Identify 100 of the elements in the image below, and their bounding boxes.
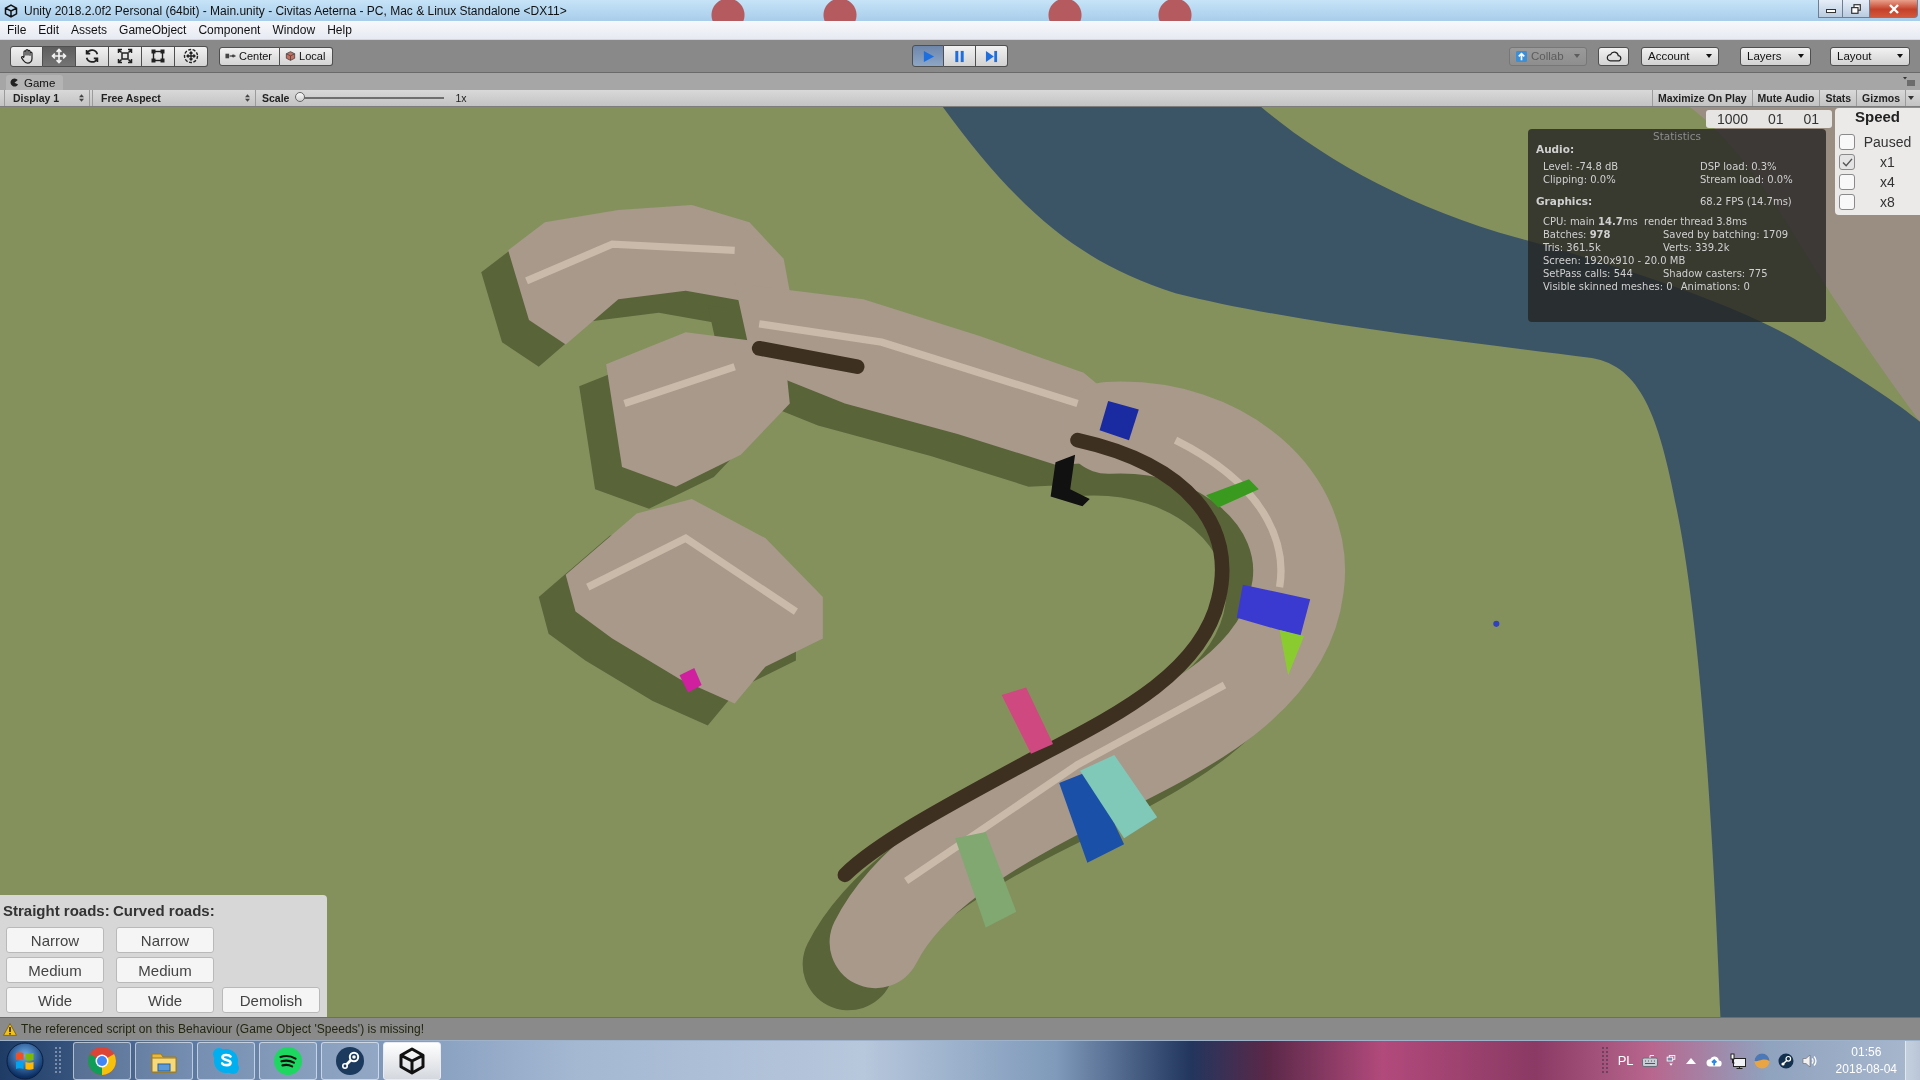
stats-value: Tris: 361.5k (1543, 241, 1602, 254)
cube-logo-icon (4, 3, 18, 18)
spotify-icon (273, 1045, 303, 1076)
restore-button[interactable] (1843, 0, 1870, 18)
tool-button[interactable] (109, 45, 142, 67)
skype-icon (211, 1045, 241, 1076)
menu-item[interactable]: Component (192, 21, 267, 39)
clock-time: 01:56 (1851, 1043, 1882, 1061)
speed-checkbox[interactable] (1839, 174, 1855, 190)
window-title: Unity 2018.2.0f2 Personal (64bit) - Main.unity - Civitas Aeterna - PC, Mac & Linux Standalone <DX11> (24, 3, 567, 18)
menu-item[interactable]: Window (266, 21, 322, 39)
stats-heading: Audio: (1536, 143, 1575, 156)
window-switch-icon[interactable] (1665, 1054, 1676, 1067)
minimize-button[interactable] (1818, 0, 1843, 18)
speed-checkbox[interactable] (1839, 194, 1855, 210)
dropdown-button[interactable]: Account (1641, 46, 1719, 66)
warning-icon (3, 1022, 17, 1036)
stats-value: Animations: 0 (1680, 280, 1750, 293)
taskbar-app-button[interactable] (383, 1041, 441, 1080)
tool-button[interactable] (142, 45, 175, 67)
scale-reading: 1x (455, 92, 467, 104)
road-button[interactable]: Medium (116, 957, 214, 983)
dropdown-button[interactable]: Layout (1830, 46, 1910, 66)
network-icon[interactable] (1729, 1052, 1746, 1069)
menu-item[interactable]: File (1, 21, 33, 39)
steam-icon[interactable] (1777, 1052, 1794, 1069)
stats-value: Screen: 1920x910 - 20.0 MB (1543, 254, 1686, 267)
date-month: 01 (1768, 111, 1784, 127)
road-button[interactable]: Wide (6, 987, 104, 1013)
stats-value: Clipping: 0.0% (1543, 173, 1617, 186)
updown-arrow-icon (245, 94, 250, 102)
scale-label: Scale (262, 92, 290, 104)
date-day: 01 (1803, 111, 1819, 127)
rotate-icon (84, 48, 100, 64)
road-button[interactable]: Medium (6, 957, 104, 983)
tool-button[interactable] (76, 45, 109, 67)
pivot-button[interactable]: Local (280, 46, 334, 66)
cube-icon (285, 51, 297, 61)
toggle-button[interactable]: Stats (1819, 90, 1857, 106)
tool-button[interactable] (175, 45, 208, 67)
cloud-icon (1605, 50, 1622, 62)
speed-checkbox[interactable] (1839, 154, 1855, 170)
steam-icon (335, 1045, 365, 1076)
tool-button[interactable] (43, 45, 76, 67)
keyboard-icon[interactable] (1641, 1052, 1658, 1069)
stats-value: CPU: main 14.7ms render thread 3.8ms (1543, 215, 1748, 228)
close-icon (1888, 3, 1899, 14)
statistics-title: Statistics (1653, 130, 1701, 142)
display-dropdown[interactable]: Display 1 (4, 90, 90, 106)
hand-icon (18, 48, 35, 64)
menu-item[interactable]: Assets (65, 21, 114, 39)
menu-item[interactable]: Edit (32, 21, 66, 39)
pivot-button[interactable]: Center (219, 46, 281, 66)
toggle-button[interactable]: Mute Audio (1751, 90, 1820, 106)
stats-value: Shadow casters: 775 (1663, 267, 1768, 280)
play-button[interactable] (912, 45, 944, 67)
stats-value: Saved by batching: 1709 (1663, 228, 1789, 241)
step-button[interactable] (976, 45, 1008, 67)
dropdown-arrow-button[interactable] (1905, 90, 1915, 106)
chrome-icon (87, 1045, 117, 1076)
windows-logo-icon (6, 1041, 44, 1080)
speed-option-label: x8 (1879, 194, 1896, 210)
caret-icon (1897, 54, 1903, 58)
play-icon (921, 49, 935, 63)
close-button[interactable] (1870, 0, 1918, 18)
aspect-dropdown[interactable]: Free Aspect (92, 90, 256, 106)
dropdown-button[interactable]: Layers (1740, 46, 1811, 66)
speed-checkbox[interactable] (1839, 134, 1855, 150)
start-button[interactable] (5, 1041, 45, 1080)
speed-option-label: x4 (1879, 174, 1896, 190)
clock-date: 2018-08-04 (1835, 1060, 1897, 1078)
stats-value: SetPass calls: 544 (1543, 267, 1634, 280)
road-button[interactable]: Wide (116, 987, 214, 1013)
stats-value: Stream load: 0.0% (1700, 173, 1793, 186)
cloud-button[interactable] (1598, 46, 1629, 66)
stats-heading: Graphics: (1536, 195, 1594, 208)
menu-item[interactable]: GameObject (113, 21, 193, 39)
updown-arrow-icon (79, 94, 84, 102)
pause-button[interactable] (944, 45, 976, 67)
caret-icon (1907, 96, 1914, 100)
pause-icon (953, 49, 966, 63)
slider-thumb[interactable] (295, 92, 306, 102)
road-button[interactable]: Demolish (222, 987, 320, 1013)
caret-icon (1706, 54, 1712, 58)
road-button[interactable]: Narrow (116, 927, 214, 953)
menu-item[interactable]: Help (321, 21, 358, 39)
move-icon (51, 48, 67, 64)
language-indicator[interactable]: PL (1617, 1053, 1634, 1068)
speed-option-label: x1 (1879, 154, 1896, 170)
caret-icon (1798, 54, 1804, 58)
rect-tool-icon (150, 48, 166, 64)
date-year: 1000 (1717, 111, 1749, 127)
status-message: The referenced script on this Behaviour (Game Object 'Speeds') is missing! (21, 1022, 425, 1036)
speaker-icon[interactable] (1801, 1052, 1818, 1069)
tool-button[interactable] (10, 45, 43, 67)
toggle-button[interactable]: Maximize On Play (1651, 90, 1752, 106)
toggle-button[interactable]: Gizmos (1856, 90, 1905, 106)
road-button[interactable]: Narrow (6, 927, 104, 953)
menu-icon[interactable] (1903, 77, 1915, 86)
game-tab[interactable]: Game (6, 75, 64, 90)
